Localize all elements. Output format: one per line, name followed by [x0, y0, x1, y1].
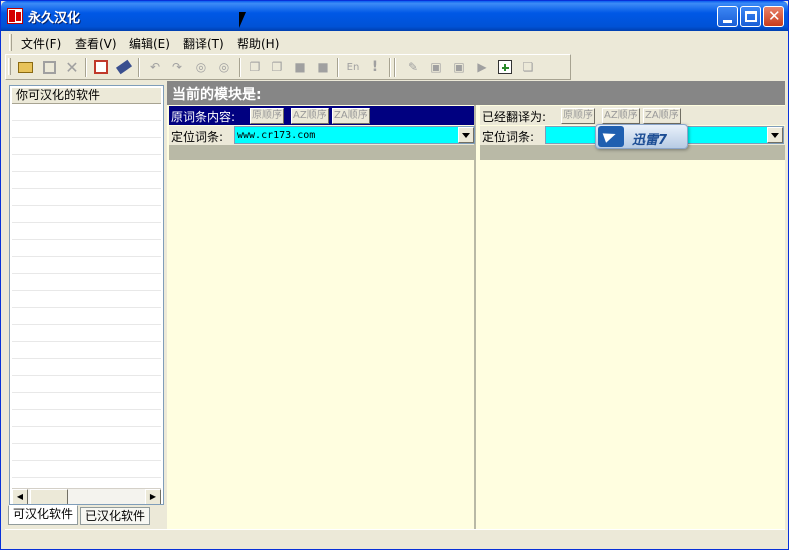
source-sort-original-button[interactable]: 原顺序	[250, 108, 284, 124]
toolbar-separator	[85, 58, 87, 77]
paste-all-icon[interactable]: ■	[314, 58, 332, 76]
menu-grip[interactable]	[9, 34, 12, 51]
bird-logo-icon	[598, 126, 624, 147]
toolbar-separator	[389, 58, 391, 77]
translated-label: 已经翻译为:	[482, 110, 547, 124]
windows-icon[interactable]: ❏	[519, 58, 537, 76]
translated-header: 已经翻译为: 原顺序 AZ顺序 ZA顺序	[480, 106, 785, 125]
menu-file[interactable]: 文件(F)	[17, 35, 65, 52]
scroll-thumb[interactable]	[30, 489, 68, 504]
menu-edit[interactable]: 编辑(E)	[125, 35, 174, 52]
horizontal-scrollbar[interactable]: ◀ ▶	[12, 488, 161, 504]
translated-sort-original-button[interactable]: 原顺序	[561, 108, 595, 124]
title-bar[interactable]: 永久汉化 ✕	[1, 1, 788, 31]
maximize-button[interactable]	[740, 6, 761, 27]
scroll-right-icon[interactable]: ▶	[145, 489, 161, 504]
delete-icon[interactable]: ✕	[63, 58, 81, 77]
window-check-icon[interactable]: ▣	[450, 58, 468, 76]
source-locate-input[interactable]	[237, 128, 447, 143]
tab-translated[interactable]: 已汉化软件	[80, 507, 151, 525]
toolbar-grip[interactable]	[8, 58, 11, 75]
toolbar: ✕ ↶ ↷ ◎ ◎ ❐ ❐ ■ ■ En ! ✎ ▣ ▣ ▶ ❏	[5, 54, 571, 80]
list-rows[interactable]	[12, 104, 161, 484]
toolbar-separator	[138, 58, 140, 77]
toolbar-separator	[239, 58, 241, 77]
toolbar-separator	[394, 58, 396, 77]
app-logo-icon	[7, 8, 23, 24]
software-list[interactable]: 你可汉化的软件 ◀ ▶	[9, 85, 164, 505]
tab-strip: 可汉化软件 已汉化软件	[6, 505, 166, 527]
close-icon: ✕	[768, 7, 781, 25]
minimize-button[interactable]	[717, 6, 738, 27]
main-area: 当前的模块是: 原词条内容: 原顺序 AZ顺序 ZA顺序 定位词条: 已经翻译为…	[167, 81, 785, 529]
software-list-pane: 你可汉化的软件 ◀ ▶ 可汉化软件 已汉化软件	[6, 83, 166, 529]
source-sort-za-button[interactable]: ZA顺序	[332, 108, 370, 124]
en-label[interactable]: En	[344, 58, 362, 76]
dictionary-icon[interactable]	[92, 58, 110, 76]
paste-icon[interactable]: ❐	[268, 58, 286, 76]
close-button[interactable]: ✕	[763, 6, 784, 27]
menu-bar: 文件(F) 查看(V) 编辑(E) 翻译(T) 帮助(H)	[5, 32, 785, 54]
translated-locate-label: 定位词条:	[482, 130, 535, 144]
maximize-icon	[745, 11, 757, 22]
badge-text: 迅雷7	[632, 133, 668, 148]
undo-icon[interactable]: ↶	[146, 58, 164, 76]
source-label: 原词条内容:	[171, 110, 236, 124]
app-window: 永久汉化 ✕ 文件(F) 查看(V) 编辑(E) 翻译(T) 帮助(H) ✕ ↶…	[0, 0, 789, 550]
window-title: 永久汉化	[28, 11, 81, 26]
source-locate-row: 定位词条:	[169, 126, 475, 145]
source-panel: 原词条内容: 原顺序 AZ顺序 ZA顺序 定位词条:	[169, 105, 476, 529]
source-sort-az-button[interactable]: AZ顺序	[291, 108, 329, 124]
copy-all-icon[interactable]: ■	[291, 58, 309, 76]
menu-translate[interactable]: 翻译(T)	[179, 35, 228, 52]
tab-translatable[interactable]: 可汉化软件	[8, 505, 79, 525]
find-next-icon[interactable]: ◎	[215, 58, 233, 76]
translated-sort-az-button[interactable]: AZ顺序	[602, 108, 640, 124]
translated-sort-za-button[interactable]: ZA顺序	[643, 108, 681, 124]
translate-icon[interactable]: ✎	[404, 58, 422, 76]
copy-icon[interactable]: ❐	[246, 58, 264, 76]
thunder-badge[interactable]: 迅雷7	[595, 124, 688, 149]
minimize-icon	[723, 20, 732, 23]
source-locate-combo[interactable]	[234, 126, 475, 144]
source-locate-label: 定位词条:	[171, 130, 224, 144]
module-title: 当前的模块是:	[167, 81, 785, 105]
source-header: 原词条内容: 原顺序 AZ顺序 ZA顺序	[169, 106, 474, 125]
window-edit-icon[interactable]: ▣	[427, 58, 445, 76]
chevron-down-icon[interactable]	[767, 127, 783, 143]
play-icon[interactable]: ▶	[473, 58, 491, 76]
chevron-down-icon[interactable]	[458, 127, 474, 143]
add-window-icon[interactable]	[496, 58, 514, 76]
open-folder-icon[interactable]	[16, 58, 34, 76]
brush-icon[interactable]	[115, 58, 133, 76]
menu-help[interactable]: 帮助(H)	[233, 35, 283, 52]
source-column-header	[169, 145, 474, 160]
scroll-left-icon[interactable]: ◀	[12, 489, 28, 504]
save-icon[interactable]	[40, 58, 58, 76]
mouse-cursor-icon	[239, 12, 246, 28]
exclamation-icon[interactable]: !	[366, 58, 384, 76]
translated-panel: 已经翻译为: 原顺序 AZ顺序 ZA顺序 定位词条:	[480, 105, 785, 529]
menu-view[interactable]: 查看(V)	[71, 35, 121, 52]
list-header[interactable]: 你可汉化的软件	[12, 88, 161, 104]
toolbar-separator	[337, 58, 339, 77]
redo-icon[interactable]: ↷	[168, 58, 186, 76]
status-bar	[5, 529, 785, 547]
find-icon[interactable]: ◎	[192, 58, 210, 76]
